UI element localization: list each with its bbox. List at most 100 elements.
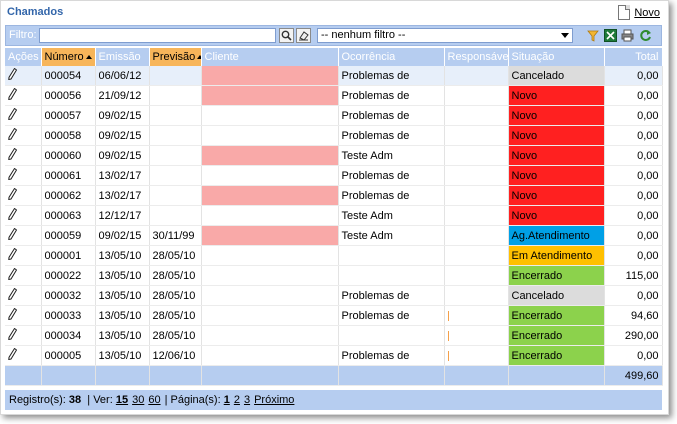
footer-cell xyxy=(508,365,605,386)
col-previsao[interactable]: Previsão xyxy=(149,48,202,66)
row-actions[interactable] xyxy=(5,85,42,106)
table-row[interactable]: 000034 13/05/10 28/05/10 Encerrado 290,00 xyxy=(5,325,663,346)
edit-pencil-icon xyxy=(8,147,18,161)
search-button[interactable] xyxy=(279,28,294,43)
row-actions[interactable] xyxy=(5,165,42,186)
col-numero-label: Número xyxy=(44,51,84,63)
edit-button[interactable] xyxy=(8,167,18,183)
col-ocorrencia[interactable]: Ocorrência xyxy=(338,48,445,66)
table-row[interactable]: 000054 06/06/12 Problemas de Cancelado 0,00 xyxy=(5,66,663,86)
cell-cliente xyxy=(201,145,339,166)
status-badge: Novo xyxy=(508,125,605,146)
cell-responsavel xyxy=(444,285,509,306)
table-row[interactable]: 000061 13/02/17 Problemas de Novo 0,00 xyxy=(5,165,663,186)
page-size-60[interactable]: 60 xyxy=(148,394,160,406)
filter-bar: Filtro: -- nenhum filtro -- xyxy=(5,25,662,46)
table-row[interactable]: 000032 13/05/10 28/05/10 Problemas de Cancel… xyxy=(5,285,663,306)
page-link-2[interactable]: 2 xyxy=(234,394,240,406)
edit-button[interactable] xyxy=(8,187,18,203)
table-row[interactable]: 000005 13/05/10 12/06/10 Problemas de Encerr… xyxy=(5,345,663,366)
status-badge: Novo xyxy=(508,205,605,226)
filter-select[interactable]: -- nenhum filtro -- xyxy=(317,28,573,43)
table-row[interactable]: 000001 13/05/10 28/05/10 Em Atendimento 0,00 xyxy=(5,245,663,266)
row-actions[interactable] xyxy=(5,245,42,266)
new-label: Novo xyxy=(634,6,660,19)
edit-button[interactable] xyxy=(8,127,18,143)
table-row[interactable]: 000062 13/02/17 Problemas de Novo 0,00 xyxy=(5,185,663,206)
edit-pencil-icon xyxy=(8,247,18,261)
cell-previsao: 28/05/10 xyxy=(149,245,202,266)
footer-cell xyxy=(95,365,150,386)
cell-previsao: 28/05/10 xyxy=(149,285,202,306)
filter-tool-button[interactable] xyxy=(585,28,600,43)
edit-button[interactable] xyxy=(8,87,18,103)
refresh-button[interactable] xyxy=(638,28,653,43)
edit-button[interactable] xyxy=(8,327,18,343)
table-row[interactable]: 000059 09/02/15 30/11/99 Teste Adm Ag.Atendi… xyxy=(5,225,663,246)
cell-total: 0,00 xyxy=(604,245,663,266)
edit-pencil-icon xyxy=(8,187,18,201)
edit-button[interactable] xyxy=(8,287,18,303)
edit-button[interactable] xyxy=(8,247,18,263)
status-badge: Encerrado xyxy=(508,305,605,326)
edit-button[interactable] xyxy=(8,67,18,83)
cell-numero: 000059 xyxy=(41,225,96,246)
edit-pencil-icon xyxy=(8,207,18,221)
row-actions[interactable] xyxy=(5,205,42,226)
table-body: 000054 06/06/12 Problemas de Cancelado 0,00 0… xyxy=(5,66,663,386)
cell-ocorrencia: Problemas de xyxy=(338,305,445,326)
cell-responsavel xyxy=(444,345,509,366)
col-cliente[interactable]: Cliente xyxy=(201,48,339,66)
edit-button[interactable] xyxy=(8,347,18,363)
row-actions[interactable] xyxy=(5,265,42,286)
col-numero[interactable]: Número xyxy=(41,48,96,66)
page-size-30[interactable]: 30 xyxy=(132,394,144,406)
cell-ocorrencia xyxy=(338,265,445,286)
page-link-3[interactable]: 3 xyxy=(244,394,250,406)
row-actions[interactable] xyxy=(5,325,42,346)
row-actions[interactable] xyxy=(5,125,42,146)
col-total[interactable]: Total xyxy=(604,48,663,66)
edit-button[interactable] xyxy=(8,207,18,223)
cell-cliente xyxy=(201,265,339,286)
print-button[interactable] xyxy=(620,28,635,43)
new-button[interactable]: Novo xyxy=(618,5,660,20)
row-actions[interactable] xyxy=(5,185,42,206)
edit-button[interactable] xyxy=(8,307,18,323)
table-row[interactable]: 000057 09/02/15 Problemas de Novo 0,00 xyxy=(5,105,663,126)
row-actions[interactable] xyxy=(5,285,42,306)
cell-emissao: 13/05/10 xyxy=(95,285,150,306)
page-link-1[interactable]: 1 xyxy=(224,394,230,406)
row-actions[interactable] xyxy=(5,345,42,366)
next-page-link[interactable]: Próximo xyxy=(254,394,294,406)
export-excel-button[interactable] xyxy=(603,28,618,43)
row-actions[interactable] xyxy=(5,66,42,86)
col-responsavel[interactable]: Responsável xyxy=(444,48,509,66)
filter-input[interactable] xyxy=(39,28,276,43)
table-row[interactable]: 000033 13/05/10 28/05/10 Problemas de Encerr… xyxy=(5,305,663,326)
refresh-icon xyxy=(640,30,651,41)
edit-button[interactable] xyxy=(8,267,18,283)
row-actions[interactable] xyxy=(5,305,42,326)
col-emissao[interactable]: Emissão xyxy=(95,48,150,66)
clear-filter-button[interactable] xyxy=(296,28,311,43)
table-row[interactable]: 000056 21/09/12 Problemas de Novo 0,00 xyxy=(5,85,663,106)
row-actions[interactable] xyxy=(5,225,42,246)
cell-emissao: 09/02/15 xyxy=(95,145,150,166)
cell-numero: 000005 xyxy=(41,345,96,366)
table-row[interactable]: 000060 09/02/15 Teste Adm Novo 0,00 xyxy=(5,145,663,166)
cell-responsavel xyxy=(444,245,509,266)
edit-pencil-icon xyxy=(8,347,18,361)
funnel-icon xyxy=(586,30,599,42)
row-actions[interactable] xyxy=(5,105,42,126)
table-row[interactable]: 000063 12/12/17 Teste Adm Novo 0,00 xyxy=(5,205,663,226)
edit-button[interactable] xyxy=(8,107,18,123)
page-size-15[interactable]: 15 xyxy=(116,394,128,406)
edit-button[interactable] xyxy=(8,147,18,163)
edit-button[interactable] xyxy=(8,227,18,243)
table-row[interactable]: 000058 09/02/15 Problemas de Novo 0,00 xyxy=(5,125,663,146)
footer-total: 499,60 xyxy=(604,365,663,386)
table-row[interactable]: 000022 13/05/10 28/05/10 Encerrado 115,00 xyxy=(5,265,663,286)
row-actions[interactable] xyxy=(5,145,42,166)
col-situacao[interactable]: Situação xyxy=(508,48,605,66)
